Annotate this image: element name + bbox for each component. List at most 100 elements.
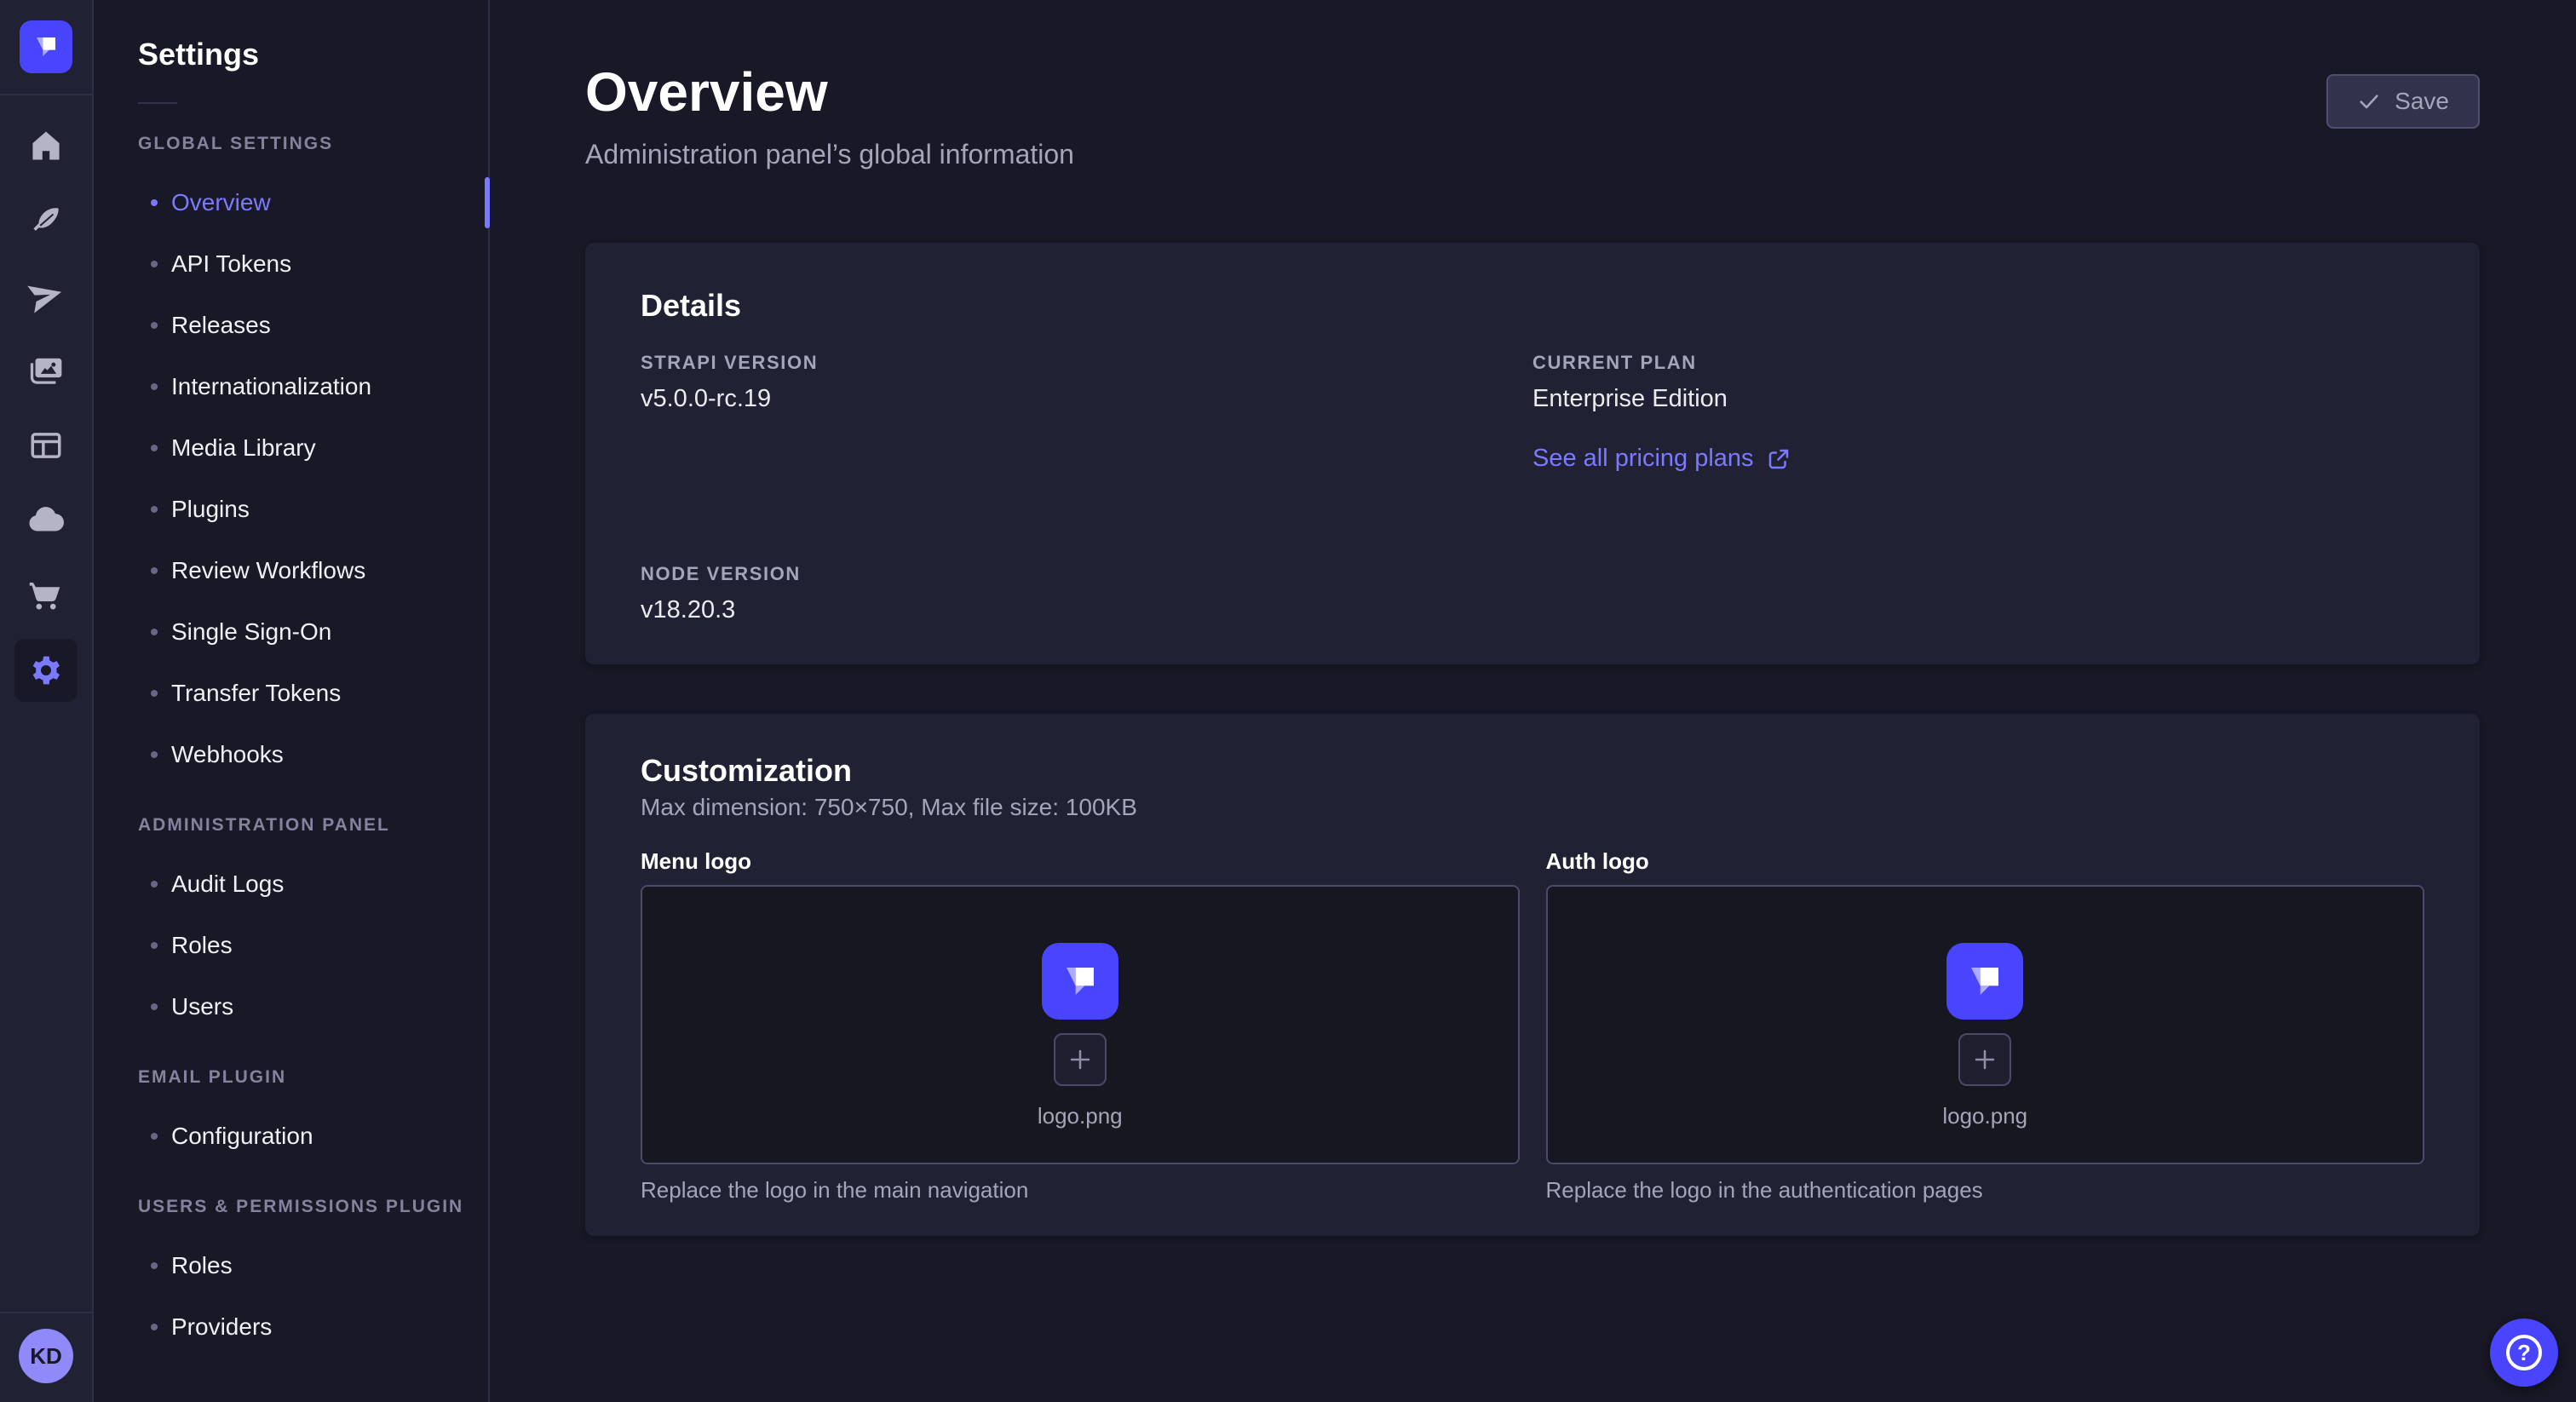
subnav-item-label: Audit Logs [171, 871, 284, 898]
auth-logo-add-button[interactable] [1958, 1033, 2011, 1086]
bullet-icon [151, 942, 158, 949]
strapi-home-button[interactable] [20, 20, 72, 73]
bullet-icon [151, 881, 158, 888]
section-label: ADMINISTRATION PANEL [138, 814, 488, 836]
section-email-plugin: EMAIL PLUGIN Configuration [94, 1066, 488, 1167]
bullet-icon [151, 199, 158, 206]
rail-item-content-type-builder[interactable] [21, 196, 71, 245]
subnav-item-releases[interactable]: Releases [151, 295, 488, 356]
subnav-item-transfer-tokens[interactable]: Transfer Tokens [151, 663, 488, 724]
save-label: Save [2395, 88, 2449, 115]
subnav-item-admin-users[interactable]: Users [151, 976, 488, 1037]
strapi-logo [29, 30, 63, 64]
auth-logo-uploader: Auth logo logo.png [1546, 848, 2425, 1204]
auth-logo-label: Auth logo [1546, 848, 2425, 875]
auth-logo-dropzone[interactable]: logo.png [1546, 885, 2425, 1164]
gear-icon [29, 653, 63, 687]
strapi-logo [1055, 957, 1105, 1006]
rail-item-deploy[interactable] [21, 271, 71, 320]
subnav-item-audit-logs[interactable]: Audit Logs [151, 853, 488, 915]
page-header-text: Overview Administration panel’s global i… [585, 60, 1074, 170]
auth-logo-filename: logo.png [1942, 1103, 2027, 1129]
bullet-icon [151, 322, 158, 329]
subnav-item-label: Review Workflows [171, 557, 365, 584]
subnav-item-plugins[interactable]: Plugins [151, 479, 488, 540]
section-administration-panel: ADMINISTRATION PANEL Audit Logs Roles Us… [94, 814, 488, 1037]
help-button[interactable]: ? [2490, 1319, 2558, 1387]
section-global-settings: GLOBAL SETTINGS Overview API Tokens Rele… [94, 133, 488, 785]
menu-logo-uploader: Menu logo logo.png [641, 848, 1520, 1204]
subnav-item-label: Plugins [171, 496, 250, 523]
pricing-link-label: See all pricing plans [1532, 445, 1754, 473]
subnav-item-api-tokens[interactable]: API Tokens [151, 233, 488, 295]
settings-subnav: Settings GLOBAL SETTINGS Overview API To… [94, 0, 490, 1402]
subnav-item-overview[interactable]: Overview [151, 172, 488, 233]
field-value: Enterprise Edition [1532, 383, 2424, 414]
subnav-item-up-roles[interactable]: Roles [151, 1235, 488, 1296]
subnav-item-webhooks[interactable]: Webhooks [151, 724, 488, 785]
subnav-item-label: Users [171, 993, 233, 1020]
customization-card: Customization Max dimension: 750×750, Ma… [585, 714, 2480, 1236]
menu-logo-dropzone[interactable]: logo.png [641, 885, 1520, 1164]
section-users-permissions-plugin: USERS & PERMISSIONS PLUGIN Roles Provide… [94, 1196, 488, 1358]
menu-logo-label: Menu logo [641, 848, 1520, 875]
subnav-item-media-library[interactable]: Media Library [151, 417, 488, 479]
subnav-item-label: Releases [171, 312, 271, 339]
bullet-icon [151, 690, 158, 697]
menu-logo-add-button[interactable] [1054, 1033, 1107, 1086]
subnav-item-label: Roles [171, 1252, 233, 1279]
page-subtitle: Administration panel’s global informatio… [585, 138, 1074, 170]
rail-item-home[interactable] [21, 121, 71, 170]
details-card: Details STRAPI VERSION v5.0.0-rc.19 CURR… [585, 243, 2480, 664]
subnav-title-divider [138, 102, 177, 104]
field-label: CURRENT PLAN [1532, 351, 2424, 375]
rail-item-media-library[interactable] [21, 346, 71, 395]
field-node-version: NODE VERSION v18.20.3 [641, 562, 1532, 625]
subnav-item-label: API Tokens [171, 250, 291, 278]
bullet-icon [151, 1262, 158, 1269]
bullet-icon [151, 751, 158, 758]
bullet-icon [151, 1003, 158, 1010]
subnav-item-label: Internationalization [171, 373, 371, 400]
subnav-item-up-providers[interactable]: Providers [151, 1296, 488, 1358]
active-indicator [485, 177, 490, 228]
section-label: GLOBAL SETTINGS [138, 133, 488, 155]
save-button[interactable]: Save [2326, 74, 2480, 129]
field-label: NODE VERSION [641, 562, 1532, 586]
customization-card-subtitle: Max dimension: 750×750, Max file size: 1… [641, 793, 2424, 822]
logo-uploaders: Menu logo logo.png [641, 848, 2424, 1204]
rail-item-content-manager[interactable] [21, 421, 71, 470]
strapi-logo [1960, 957, 2010, 1006]
subnav-item-label: Roles [171, 932, 233, 959]
feather-icon [27, 202, 65, 239]
pricing-plans-link[interactable]: See all pricing plans [1532, 445, 1791, 473]
subnav-item-label: Configuration [171, 1123, 313, 1150]
main-content: Overview Administration panel’s global i… [490, 0, 2576, 1402]
rail-item-cloud[interactable] [21, 496, 71, 545]
subnav-item-admin-roles[interactable]: Roles [151, 915, 488, 976]
rail-divider-bottom [0, 1312, 92, 1313]
subnav-item-label: Single Sign-On [171, 618, 331, 646]
page-header: Overview Administration panel’s global i… [585, 60, 2480, 170]
subnav-item-email-configuration[interactable]: Configuration [151, 1106, 488, 1167]
cloud-icon [26, 501, 66, 540]
subnav-item-single-sign-on[interactable]: Single Sign-On [151, 601, 488, 663]
field-strapi-version: STRAPI VERSION v5.0.0-rc.19 [641, 351, 1532, 473]
section-label: USERS & PERMISSIONS PLUGIN [138, 1196, 488, 1218]
bullet-icon [151, 383, 158, 390]
plus-icon [1970, 1045, 1999, 1074]
subnav-item-internationalization[interactable]: Internationalization [151, 356, 488, 417]
subnav-item-label: Overview [171, 189, 271, 216]
avatar[interactable]: KD [19, 1329, 73, 1383]
subnav-item-label: Transfer Tokens [171, 680, 341, 707]
section-label: EMAIL PLUGIN [138, 1066, 488, 1089]
rail-item-settings[interactable] [14, 639, 78, 702]
rail-item-marketplace[interactable] [21, 571, 71, 620]
subnav-item-review-workflows[interactable]: Review Workflows [151, 540, 488, 601]
details-card-title: Details [641, 287, 2424, 325]
bullet-icon [151, 1133, 158, 1140]
cart-icon [28, 577, 64, 613]
page-title: Overview [585, 60, 1074, 124]
bullet-icon [151, 567, 158, 574]
field-current-plan: CURRENT PLAN Enterprise Edition See all … [1532, 351, 2424, 473]
